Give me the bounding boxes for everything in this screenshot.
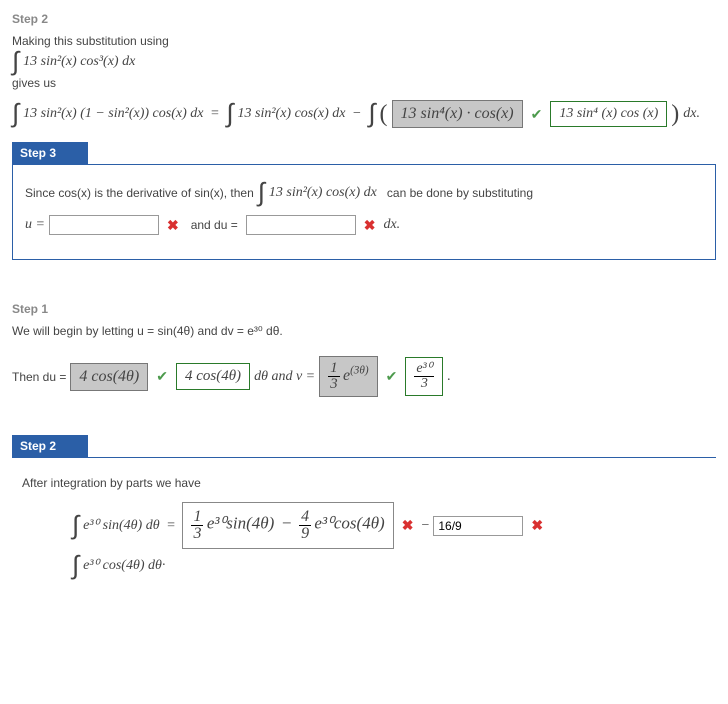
answer-box-green: e³⁰ 3 [405,357,443,396]
step-banner: Step 2 [12,435,88,457]
paren-open: ( [380,101,388,128]
text: We will begin by letting u = sin(4θ) and… [12,324,716,338]
minus: − [350,106,365,122]
step-frame: Since cos(x) is the derivative of sin(x)… [12,164,716,260]
integrand: 13 sin²(x) cos(x) dx [238,106,346,122]
integrand: 13 sin²(x) cos³(x) dx [23,54,135,70]
fraction: e³⁰ 3 [414,362,434,391]
fraction: 1 3 [328,361,340,392]
du-input[interactable] [246,215,356,235]
text: can be done by substituting [387,186,533,200]
integral-sign: ∫ [12,54,19,70]
answer-text: e(3θ) [343,367,369,384]
answer-text: 13 sin⁴(x) · cos(x) [401,105,514,122]
text: and du = [191,218,238,232]
integral-expression: ∫ 13 sin²(x) cos³(x) dx [12,54,716,70]
fraction: 4 9 [299,509,311,542]
answer-box-gray[interactable]: 13 sin⁴(x) · cos(x) [392,100,523,128]
equation-row: ∫ e³⁰ cos(4θ) dθ· [72,557,706,574]
equals: = [164,518,179,534]
denominator: 3 [414,377,434,391]
term: e³⁰sin(4θ) [207,514,274,533]
integrand: e³⁰ sin(4θ) dθ [83,517,159,534]
integral-sign: ∫ [72,558,79,574]
minus: − [421,518,429,534]
check-icon: ✔ [382,368,402,385]
numerator: e³⁰ [414,362,434,377]
dx-label: dx. [383,217,400,233]
x-icon: ✖ [527,517,547,534]
period: . [447,369,451,385]
equation-row: ∫ e³⁰ sin(4θ) dθ = 1 3 e³⁰sin(4θ) − 4 9 … [72,502,706,549]
u-input[interactable] [49,215,159,235]
step-frame: After integration by parts we have ∫ e³⁰… [12,457,716,584]
step-label: Step 2 [12,12,716,26]
input-row: u = ✖ and du = ✖ dx. [25,215,703,235]
denominator: 9 [299,526,311,542]
fraction: 1 3 [191,509,203,542]
dx-label: dx. [683,106,700,122]
integral-sign: ∫ [258,185,265,201]
integrand: 13 sin²(x) (1 − sin²(x)) cos(x) dx [23,106,203,122]
u-label: u = [25,217,45,233]
equals: = [207,106,222,122]
integrand: 13 sin²(x) cos(x) dx [269,185,377,201]
numerator: 1 [328,361,340,377]
text: After integration by parts we have [22,476,706,490]
answer-box-gray[interactable]: 4 cos(4θ) [70,363,148,391]
text: gives us [12,76,716,90]
coefficient-input[interactable] [433,516,523,536]
check-icon: ✔ [152,368,172,385]
integral-sign: ∫ [368,106,375,122]
integral-sign: ∫ [12,106,19,122]
answer-text: 13 sin⁴ (x) cos (x) [559,106,658,121]
check-icon: ✔ [527,106,547,123]
paren-close: ) [671,101,679,128]
text: Then du = [12,370,66,384]
denominator: 3 [328,377,340,392]
denominator: 3 [191,526,203,542]
integrand: e³⁰ cos(4θ) dθ· [83,557,165,574]
numerator: 4 [299,509,311,526]
term: e³⁰cos(4θ) [314,514,384,533]
step-label: Step 1 [12,302,716,316]
text: Since cos(x) is the derivative of sin(x)… [25,186,254,200]
text-row: Since cos(x) is the derivative of sin(x)… [25,185,703,201]
answer-box-gray[interactable]: 1 3 e(3θ) [319,356,378,397]
x-icon: ✖ [360,217,380,234]
step-banner: Step 3 [12,142,88,164]
integral-sign: ∫ [72,518,79,534]
x-icon: ✖ [163,217,183,234]
minus: − [278,514,296,533]
integral-sign: ∫ [226,106,233,122]
answer-box[interactable]: 1 3 e³⁰sin(4θ) − 4 9 e³⁰cos(4θ) [182,502,393,549]
text: dθ and v = [254,369,315,385]
answer-box-green: 13 sin⁴ (x) cos (x) [550,101,667,127]
x-icon: ✖ [398,517,418,534]
text: Making this substitution using [12,34,716,48]
answer-text: 4 cos(4θ) [185,368,241,384]
du-row: Then du = 4 cos(4θ) ✔ 4 cos(4θ) dθ and v… [12,356,716,397]
answer-text: 4 cos(4θ) [79,368,139,385]
answer-box-green: 4 cos(4θ) [176,363,250,390]
numerator: 1 [191,509,203,526]
long-equation: ∫ 13 sin²(x) (1 − sin²(x)) cos(x) dx = ∫… [12,100,716,128]
